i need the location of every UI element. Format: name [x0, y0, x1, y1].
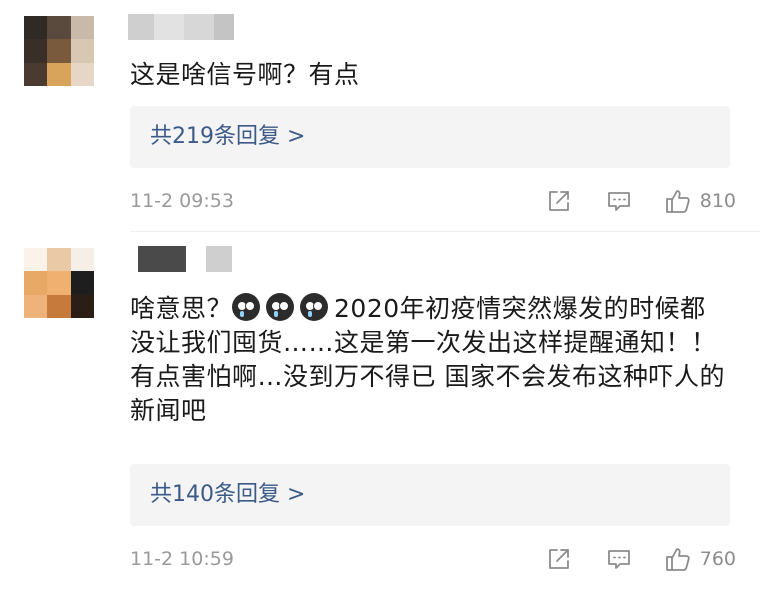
- crying-emoji-icon: [300, 293, 329, 321]
- username-redacted[interactable]: [128, 246, 232, 272]
- crying-emoji-icon: [232, 293, 261, 321]
- like-count: 810: [699, 190, 736, 212]
- thumbs-up-icon: [665, 548, 690, 571]
- comment-actions: 760: [546, 544, 736, 574]
- thumbs-up-icon: [665, 190, 690, 213]
- avatar[interactable]: [24, 16, 94, 86]
- share-button[interactable]: [546, 188, 572, 214]
- comment-actions: 810: [546, 186, 736, 216]
- replies-link[interactable]: 共140条回复 >: [130, 464, 730, 526]
- comment-item: 啥意思？ 2020年初疫情突然爆发的时候都没让我们囤货……这是第一次发出这样提醒通…: [0, 232, 760, 599]
- comment-meta: 11-2 09:53 810: [130, 186, 736, 216]
- comment-time: 11-2 09:53: [130, 190, 234, 212]
- like-button[interactable]: 810: [664, 186, 736, 216]
- share-icon: [548, 549, 569, 569]
- comment-text-start: 啥意思？: [130, 294, 233, 323]
- share-icon: [548, 191, 569, 211]
- crying-emoji-icon: [266, 293, 295, 321]
- comment-button[interactable]: [606, 546, 632, 572]
- comment-icon: [607, 550, 630, 569]
- comment-item: 这是啥信号啊？有点 共219条回复 > 11-2 09:53 810: [0, 0, 760, 232]
- comment-button[interactable]: [606, 188, 632, 214]
- share-button[interactable]: [546, 546, 572, 572]
- username-redacted[interactable]: [128, 14, 234, 40]
- comment-text: 这是啥信号啊？有点: [130, 60, 360, 89]
- replies-link[interactable]: 共219条回复 >: [130, 106, 730, 168]
- comment-time: 11-2 10:59: [130, 548, 234, 570]
- comment-text: 啥意思？ 2020年初疫情突然爆发的时候都没让我们囤货……这是第一次发出这样提醒通…: [130, 292, 730, 428]
- like-count: 760: [699, 548, 736, 570]
- avatar[interactable]: [24, 248, 94, 318]
- comment-meta: 11-2 10:59 760: [130, 544, 736, 574]
- like-button[interactable]: 760: [664, 544, 736, 574]
- comment-icon: [607, 192, 630, 211]
